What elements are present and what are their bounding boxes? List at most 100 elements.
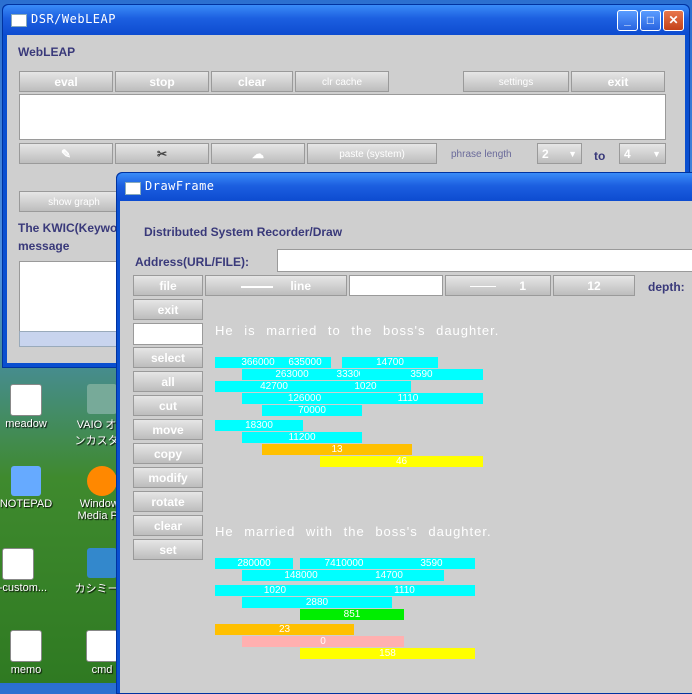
paste-system-button[interactable]: paste (system) (307, 143, 437, 164)
drawframe-window: DrawFrame Distributed System Recorder/Dr… (116, 172, 692, 694)
eval-button[interactable]: eval (19, 71, 113, 92)
paste-icon-button[interactable]: ☁ (211, 143, 305, 164)
bar[interactable]: 14700 (334, 570, 444, 581)
color-swatch[interactable] (349, 275, 443, 296)
desktop-icon-label: ro-custom... (0, 582, 48, 594)
modify-button[interactable]: modify (133, 467, 203, 488)
sentence-1: He is married to the boss's daughter. (215, 323, 500, 338)
desktop-icon-ro-custom[interactable]: ro-custom... (0, 548, 58, 594)
select-button[interactable]: select (133, 347, 203, 368)
all-button[interactable]: all (133, 371, 203, 392)
java-window-icon (11, 14, 27, 27)
side-input[interactable] (133, 323, 203, 345)
document-icon (10, 630, 42, 662)
desktop-icon-meadow[interactable]: meadow (0, 384, 66, 430)
kwic-label: The KWIC(Keywor (18, 221, 123, 235)
show-graph-button[interactable]: show graph (19, 191, 129, 212)
cmd-icon (86, 630, 118, 662)
horizontal-scrollbar[interactable] (19, 331, 131, 347)
address-input[interactable] (277, 249, 692, 272)
webleap-title: DSR/WebLEAP (31, 12, 116, 26)
rotate-button[interactable]: rotate (133, 491, 203, 512)
phrase-to-select[interactable]: 4 ▼ (619, 143, 666, 164)
to-label: to (594, 149, 606, 163)
desktop-icon-memo[interactable]: memo (0, 630, 66, 676)
paste-icon: ☁ (252, 147, 264, 161)
move-button[interactable]: move (133, 419, 203, 440)
phrase-from-select[interactable]: 2 ▼ (537, 143, 582, 164)
bar[interactable]: 3590 (388, 558, 475, 569)
vaio-icon (87, 384, 117, 414)
set-button[interactable]: set (133, 539, 203, 560)
settings-button[interactable]: settings (463, 71, 569, 92)
bar[interactable]: 7410000 (300, 558, 388, 569)
document-icon (2, 548, 34, 580)
desktop-icon-notepad[interactable]: NOTEPAD (0, 466, 66, 510)
copy-button[interactable]: copy (133, 443, 203, 464)
bar[interactable]: 0 (242, 636, 404, 647)
cut-button[interactable]: ✂ (115, 143, 209, 164)
message-label: message (18, 239, 70, 253)
notepad-icon (11, 466, 41, 496)
bar[interactable]: 2880 (242, 597, 392, 608)
open-button[interactable]: ✎ (19, 143, 113, 164)
clear-button[interactable]: clear (133, 515, 203, 536)
webleap-heading: WebLEAP (18, 45, 76, 59)
bar[interactable]: 70000 (262, 405, 362, 416)
minimize-button[interactable]: _ (617, 10, 638, 31)
line-icon (240, 285, 273, 288)
scissors-icon: ✂ (156, 147, 168, 161)
thin-line-icon (469, 286, 496, 288)
phrase-to-value: 4 (624, 147, 631, 161)
bar[interactable]: 851 (300, 609, 404, 620)
bar[interactable]: 46 (320, 456, 483, 467)
exit-button[interactable]: exit (571, 71, 665, 92)
drawframe-titlebar[interactable]: DrawFrame (117, 173, 692, 201)
phrase-length-label: phrase length (451, 149, 512, 160)
file-button[interactable]: file (133, 275, 203, 296)
desktop-icon-label: NOTEPAD (0, 498, 53, 510)
bar[interactable]: 13 (262, 444, 412, 455)
sentence-2: He married with the boss's daughter. (215, 524, 492, 539)
bar[interactable]: 1110 (334, 585, 475, 596)
webleap-titlebar[interactable]: DSR/WebLEAP _ □ ✕ (3, 5, 689, 35)
java-window-icon (125, 182, 141, 195)
bar[interactable]: 1020 (215, 585, 335, 596)
clr-cache-button[interactable]: clr cache (295, 71, 389, 92)
desktop-icon-label: memo (10, 664, 42, 676)
chevron-down-icon: ▼ (652, 149, 661, 159)
bar[interactable]: 14700 (342, 357, 438, 368)
drawframe-client: Distributed System Recorder/Draw Address… (120, 201, 692, 693)
line-width-button[interactable]: 1 (445, 275, 551, 296)
drawframe-title: DrawFrame (145, 179, 215, 193)
exit-button[interactable]: exit (133, 299, 203, 320)
bar[interactable]: 280000 (215, 558, 293, 569)
font-size-button[interactable]: 12 (553, 275, 635, 296)
kashmir-3d-icon (87, 548, 117, 578)
maximize-button[interactable]: □ (640, 10, 661, 31)
clear-button[interactable]: clear (211, 71, 293, 92)
meadow-icon (10, 384, 42, 416)
pencil-icon: ✎ (60, 147, 72, 161)
close-button[interactable]: ✕ (663, 10, 684, 31)
phrase-from-value: 2 (542, 147, 549, 161)
bar[interactable]: 23 (215, 624, 354, 635)
bar[interactable]: 18300 (215, 420, 303, 431)
cut-button[interactable]: cut (133, 395, 203, 416)
bar[interactable]: 1110 (333, 393, 483, 404)
bar[interactable]: 11200 (242, 432, 362, 443)
depth-label: depth: (648, 280, 685, 294)
chevron-down-icon: ▼ (568, 149, 577, 159)
stop-button[interactable]: stop (115, 71, 209, 92)
bar[interactable]: 1020 (320, 381, 411, 392)
bar[interactable]: 3590 (360, 369, 483, 380)
line-label: line (290, 279, 311, 293)
line-style-button[interactable]: line (205, 275, 347, 296)
bar[interactable]: 635000 (279, 357, 331, 368)
bar[interactable]: 42700 (215, 381, 333, 392)
eval-input[interactable] (19, 94, 666, 140)
media-player-icon (87, 466, 117, 496)
drawframe-subtitle: Distributed System Recorder/Draw (144, 225, 343, 239)
bar[interactable]: 158 (300, 648, 475, 659)
address-label: Address(URL/FILE): (135, 255, 249, 269)
